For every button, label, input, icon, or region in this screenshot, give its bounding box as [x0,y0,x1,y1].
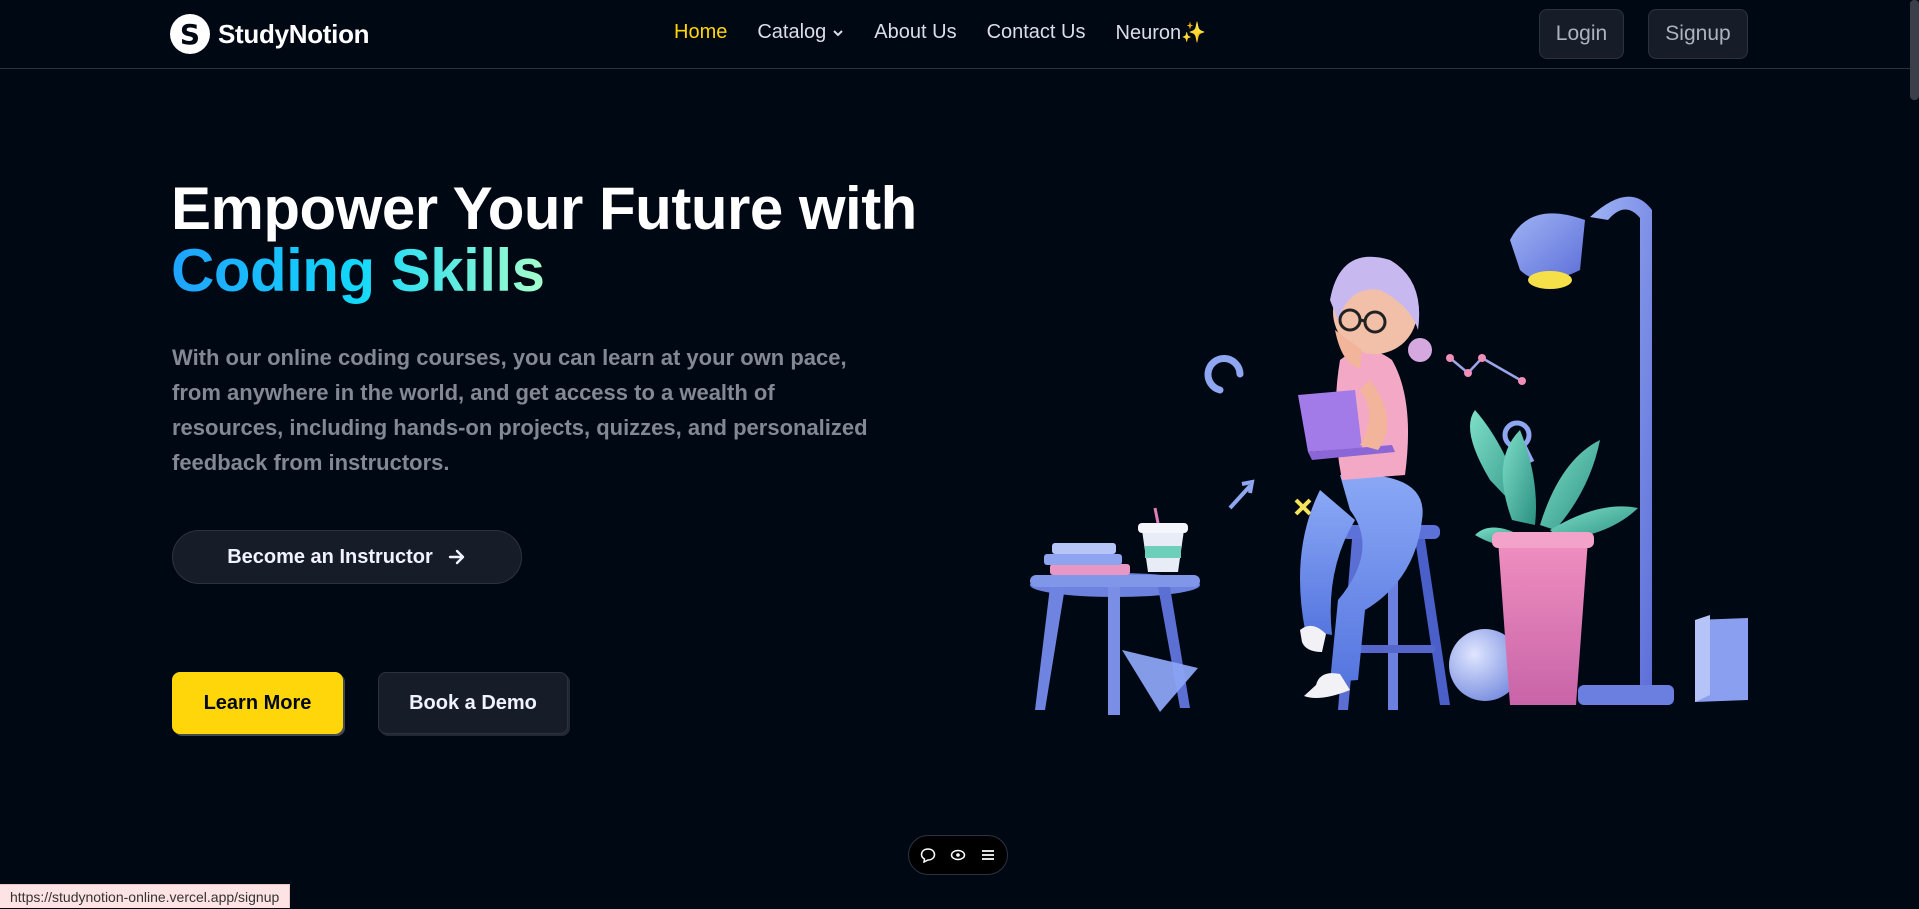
logo-icon: S [170,14,210,54]
chat-icon[interactable] [917,844,939,866]
logo[interactable]: S StudyNotion [170,14,370,54]
floating-toolbar [908,835,1008,875]
arrow-right-icon [448,549,464,565]
logo-text: StudyNotion [218,18,370,49]
become-instructor-label: Become an Instructor [227,545,433,568]
nav-item-label: About Us [874,21,957,43]
nav-item-label: Home [674,21,728,43]
navbar: S StudyNotion Home Catalog About Us Cont… [0,0,1919,69]
hero-description: With our online coding courses, you can … [172,345,868,475]
nav-item-label: Contact Us [986,21,1086,43]
nav-item-catalog[interactable]: Catalog [757,20,844,45]
nav-item-about[interactable]: About Us [874,20,956,45]
nav-item-home[interactable]: Home [674,20,727,45]
link-status-bar: https://studynotion-online.vercel.app/si… [0,884,291,908]
learn-more-button[interactable]: Learn More [172,672,343,734]
menu-icon[interactable] [977,844,999,866]
chevron-down-icon [833,29,844,36]
eye-icon[interactable] [947,844,969,866]
hero-title-highlight: Coding Skills [171,237,545,304]
girl-figure [1298,256,1432,698]
hero-title: Empower Your Future with Coding Skills [171,178,917,302]
signup-button[interactable]: Signup [1648,9,1748,59]
nav-item-contact[interactable]: Contact Us [987,20,1086,45]
nav-item-neuron[interactable]: Neuron✨ [1116,20,1207,45]
book-demo-button[interactable]: Book a Demo [378,672,568,734]
main-nav: Home Catalog About Us Contact Us Neuron✨ [674,20,1206,45]
hero-title-line1: Empower Your Future with [171,175,917,242]
become-instructor-button[interactable]: Become an Instructor [172,530,522,584]
hero-illustration [1030,196,1748,715]
login-button[interactable]: Login [1539,9,1624,59]
page-scrollbar[interactable] [1910,0,1919,100]
nav-item-label: Catalog [757,21,827,43]
box-shape [1695,615,1748,702]
side-table [1030,507,1200,715]
nav-item-label: Neuron✨ [1115,22,1207,44]
